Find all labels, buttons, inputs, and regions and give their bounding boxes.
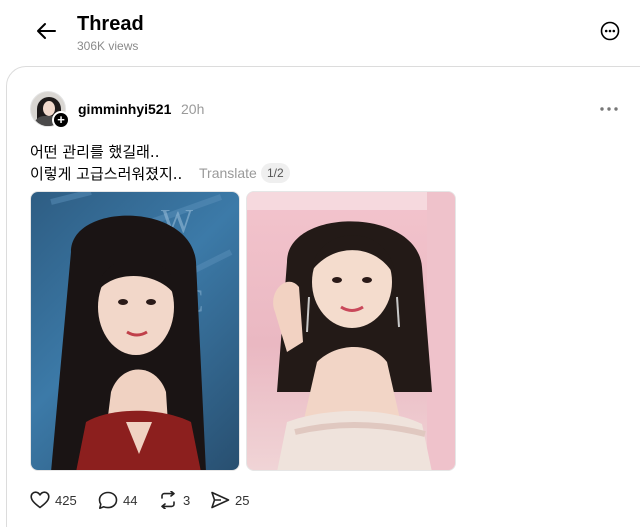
reply-count: 44: [123, 492, 138, 508]
photo-1-illustration: W C: [50, 192, 233, 470]
avatar[interactable]: +: [30, 91, 70, 129]
repost-count: 3: [183, 492, 191, 508]
more-circle-icon: [600, 21, 620, 41]
follow-plus-icon[interactable]: +: [52, 111, 70, 129]
more-horizontal-icon: [600, 107, 618, 111]
post-actions: 425 44 3 25: [30, 488, 330, 512]
view-count: 306K views: [77, 39, 139, 53]
like-button[interactable]: 425: [30, 488, 77, 512]
post-time: 20h: [181, 101, 205, 117]
image-page-indicator: 1/2: [261, 163, 290, 183]
back-button[interactable]: [33, 18, 59, 44]
post-more-button[interactable]: [598, 100, 620, 118]
page-header: Thread 306K views: [0, 0, 640, 66]
comment-icon: [98, 491, 118, 509]
repost-icon: [161, 491, 175, 509]
translate-link[interactable]: Translate: [199, 165, 257, 181]
share-button[interactable]: 25: [210, 488, 249, 512]
post-text-line-2: 이렇게 고급스러워졌지..: [30, 165, 183, 183]
like-count: 425: [55, 492, 77, 508]
heart-icon: [30, 491, 50, 509]
username[interactable]: gimminhyi521: [78, 101, 171, 117]
post-image-1[interactable]: W C: [30, 191, 240, 471]
photo-2-illustration: [247, 192, 455, 470]
repost-button[interactable]: 3: [158, 488, 190, 512]
arrow-left-icon: [37, 23, 56, 39]
share-count: 25: [235, 492, 250, 508]
page-title: Thread: [77, 13, 144, 35]
post-image-2[interactable]: [246, 191, 456, 471]
reply-button[interactable]: 44: [98, 488, 137, 512]
more-options-button[interactable]: [599, 20, 621, 42]
post-text-line-1: 어떤 관리를 했길래..: [30, 143, 160, 161]
send-icon: [211, 491, 230, 509]
